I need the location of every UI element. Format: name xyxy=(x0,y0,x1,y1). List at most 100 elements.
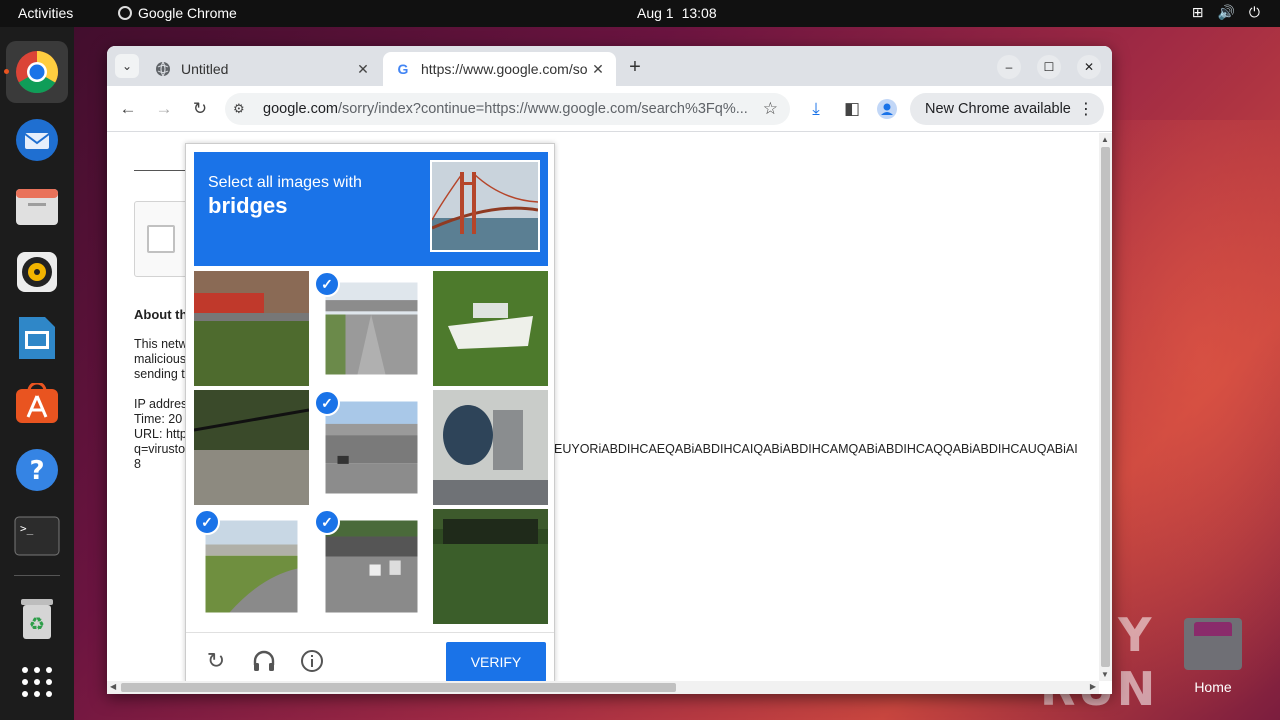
dock-app-center[interactable] xyxy=(6,373,68,435)
arrow-left-icon: ← xyxy=(119,99,137,118)
dock-trash[interactable]: ♻ xyxy=(6,587,68,649)
power-icon: ⏻ xyxy=(1248,4,1260,20)
info-icon xyxy=(301,650,323,672)
grid-icon xyxy=(22,667,52,697)
close-tab-icon[interactable]: ✕ xyxy=(353,59,373,79)
tab-search-button[interactable]: ⌄ xyxy=(115,54,139,78)
captcha-instruction: Select all images with xyxy=(208,174,362,191)
site-settings-icon[interactable]: ⚙ xyxy=(233,101,257,117)
dock-impress[interactable] xyxy=(6,307,68,369)
close-tab-icon[interactable]: ✕ xyxy=(588,59,608,79)
tile-bridge-curve[interactable]: ✓ xyxy=(194,509,309,624)
new-chrome-label: New Chrome available xyxy=(925,101,1071,117)
minimize-button[interactable]: – xyxy=(997,55,1021,79)
more-menu-icon[interactable]: ⋮ xyxy=(1078,99,1094,119)
url-host: google.com xyxy=(263,101,338,117)
svg-text:G: G xyxy=(398,61,409,77)
close-window-button[interactable]: ✕ xyxy=(1077,55,1101,79)
minimize-icon: – xyxy=(1005,60,1013,74)
scroll-up-icon[interactable]: ▲ xyxy=(1101,135,1109,144)
svg-text:♻: ♻ xyxy=(29,614,45,635)
terminal-icon: >_ xyxy=(14,516,60,556)
tile-overpass-highway[interactable]: ✓ xyxy=(314,390,429,505)
clock-time: 13:08 xyxy=(681,5,717,21)
forward-button[interactable]: → xyxy=(152,97,176,121)
clock[interactable]: Aug 1 13:08 xyxy=(637,5,717,21)
page-content: About th This netw malicious sending t I… xyxy=(107,133,1099,681)
scroll-left-icon[interactable]: ◀ xyxy=(110,682,116,691)
help-info-button[interactable] xyxy=(298,647,326,675)
verify-button[interactable]: VERIFY xyxy=(446,642,546,681)
maximize-button[interactable]: ☐ xyxy=(1037,55,1061,79)
profile-icon xyxy=(877,99,897,119)
plus-icon: + xyxy=(629,55,641,78)
close-icon: ✕ xyxy=(1083,60,1095,74)
reload-challenge-button[interactable]: ↻ xyxy=(202,647,230,675)
vertical-scrollbar[interactable]: ▲ ▼ xyxy=(1099,133,1112,681)
new-chrome-available-button[interactable]: New Chrome available ⋮ xyxy=(910,93,1104,125)
scroll-thumb[interactable] xyxy=(1101,147,1110,667)
reload-button[interactable]: ↻ xyxy=(188,97,212,121)
recaptcha-checkbox[interactable] xyxy=(147,225,175,253)
tile-tunnel-traffic[interactable]: ✓ xyxy=(314,509,429,624)
dock-separator xyxy=(14,575,60,576)
captcha-header: Select all images with bridges xyxy=(194,152,548,266)
maximize-icon: ☐ xyxy=(1043,60,1055,74)
tab-google-sorry[interactable]: G https://www.google.com/sorry/index?con… xyxy=(383,52,616,86)
tab-untitled[interactable]: Untitled ✕ xyxy=(143,52,381,86)
tile-tank-industrial[interactable] xyxy=(433,390,548,505)
scroll-right-icon[interactable]: ▶ xyxy=(1090,682,1096,691)
app-menu[interactable]: Google Chrome xyxy=(118,5,237,21)
profile-button[interactable] xyxy=(875,97,899,121)
dock-chrome[interactable] xyxy=(4,41,68,103)
top-bar: Activities Google Chrome Aug 1 13:08 ⊞ 🔊 … xyxy=(0,0,1280,27)
dock-help[interactable]: ? xyxy=(6,439,68,501)
tile-overpass-road[interactable]: ✓ xyxy=(314,271,429,386)
dock: ? >_ ♻ xyxy=(0,27,74,720)
app-name: Google Chrome xyxy=(138,5,237,21)
dock-rhythmbox[interactable] xyxy=(6,241,68,303)
captcha-target: bridges xyxy=(208,193,288,218)
side-panel-icon: ◧ xyxy=(843,99,861,118)
tile-boat-grass[interactable] xyxy=(433,271,548,386)
back-button[interactable]: ← xyxy=(116,97,140,121)
scroll-thumb[interactable] xyxy=(121,683,676,692)
side-panel-button[interactable]: ◧ xyxy=(840,97,864,121)
chevron-down-icon: ⌄ xyxy=(121,59,133,73)
captcha-grid: ✓ ✓ ✓ ✓ xyxy=(194,271,548,625)
horizontal-scrollbar[interactable]: ◀ ▶ xyxy=(107,681,1099,694)
dock-terminal[interactable]: >_ xyxy=(6,505,68,567)
scroll-down-icon[interactable]: ▼ xyxy=(1101,670,1109,679)
url-text: google.com/sorry/index?continue=https://… xyxy=(263,101,753,117)
chrome-window: ⌄ Untitled ✕ G https://www.google.com/so… xyxy=(107,46,1112,694)
svg-text:>_: >_ xyxy=(20,522,34,535)
downloads-button[interactable]: ⤓ xyxy=(804,97,828,121)
new-tab-button[interactable]: + xyxy=(623,55,647,79)
system-tray[interactable]: ⊞ 🔊 ⏻ xyxy=(1192,4,1260,21)
tile-stone-wall[interactable] xyxy=(194,390,309,505)
address-bar[interactable]: ⚙ google.com/sorry/index?continue=https:… xyxy=(225,93,790,125)
chrome-icon xyxy=(16,50,59,94)
dock-show-apps[interactable] xyxy=(6,651,68,713)
reload-icon: ↻ xyxy=(192,99,208,118)
captcha-footer: ↻ VERIFY xyxy=(186,632,554,681)
tile-bus-street[interactable] xyxy=(194,271,309,386)
url-path: /sorry/index?continue=https://www.google… xyxy=(337,101,748,117)
volume-icon: 🔊 xyxy=(1217,4,1235,20)
chrome-small-icon xyxy=(118,6,132,20)
activities-button[interactable]: Activities xyxy=(18,5,73,21)
arrow-right-icon: → xyxy=(155,99,173,118)
dock-thunderbird[interactable] xyxy=(6,109,68,171)
dock-files[interactable] xyxy=(6,175,68,237)
app-center-icon xyxy=(16,383,58,423)
audio-challenge-button[interactable] xyxy=(250,647,278,675)
rhythmbox-icon xyxy=(17,252,57,292)
bookmark-star-icon[interactable]: ☆ xyxy=(763,99,778,119)
captcha-challenge: Select all images with bridges ✓ ✓ ✓ ✓ ↻… xyxy=(185,143,555,681)
about-heading: About th xyxy=(134,307,188,322)
download-icon: ⤓ xyxy=(812,99,820,118)
tile-hedge-fence[interactable] xyxy=(433,509,548,624)
google-icon: G xyxy=(395,61,411,77)
svg-text:?: ? xyxy=(29,456,44,486)
headphones-icon xyxy=(253,650,275,671)
